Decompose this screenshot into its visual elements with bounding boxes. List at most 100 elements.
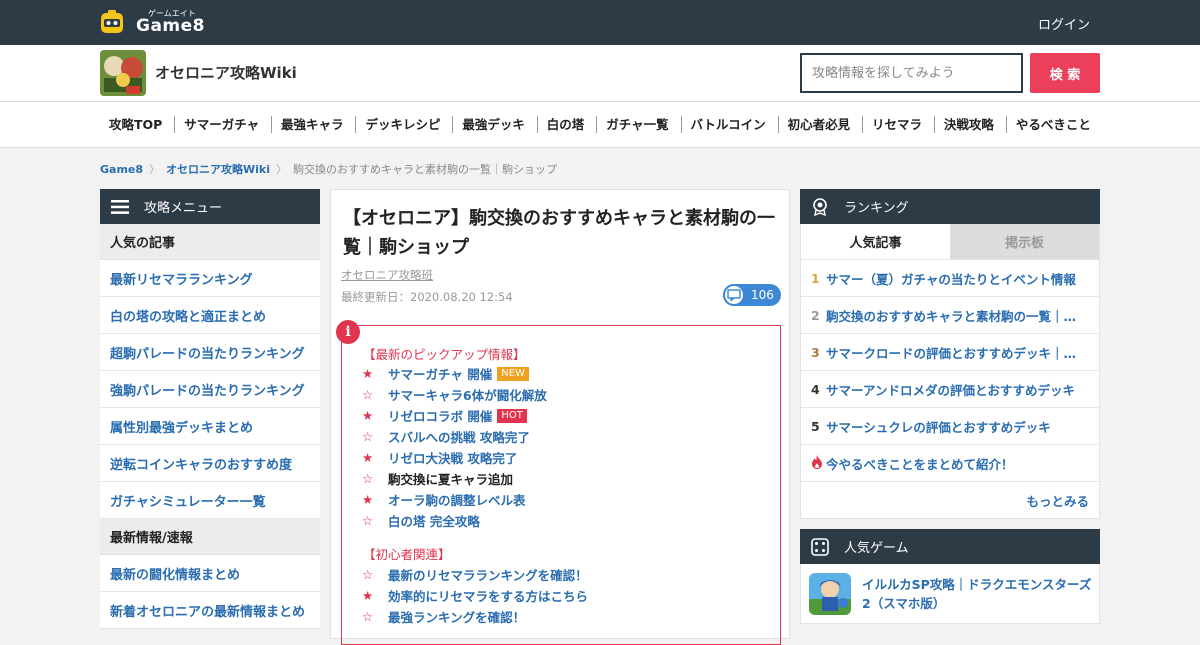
menu-item-strong-parade[interactable]: 強駒パレードの当たりランキング	[100, 371, 320, 408]
nav-item-beginner[interactable]: 初心者必見	[777, 116, 860, 133]
nav-item-reroll[interactable]: リセマラ	[861, 116, 931, 133]
nav-item-deck-recipe[interactable]: デッキレシピ	[355, 116, 449, 133]
ranking-item[interactable]: 1 サマー（夏）ガチャの当たりとイベント情報	[801, 259, 1099, 296]
star-icon: ★	[362, 366, 374, 381]
star-icon: ☆	[362, 513, 374, 528]
article-author[interactable]: オセロニア攻略班	[341, 267, 433, 283]
info-icon: i	[336, 320, 360, 344]
pickup-item[interactable]: ☆ スバルへの挑戦 攻略完了	[362, 427, 530, 446]
pickup-item: ☆ 駒交換に夏キャラ追加	[362, 469, 513, 488]
menu-item-reroll-ranking[interactable]: 最新リセマラランキング	[100, 260, 320, 297]
dq-monsters-thumbnail-icon	[809, 572, 851, 615]
games-title: 人気ゲーム	[844, 541, 909, 556]
menu-title: 攻略メニュー	[144, 201, 223, 216]
site-title[interactable]: オセロニア攻略Wiki	[155, 62, 297, 83]
main-nav: 攻略TOP サマーガチャ 最強キャラ デッキレシピ 最強デッキ 白の塔 ガチャ一…	[0, 102, 1200, 148]
star-icon: ☆	[362, 387, 374, 402]
dice-icon	[810, 537, 830, 557]
ranking-title: ランキング	[844, 201, 909, 216]
menu-item-gacha-simulator[interactable]: ガチャシミュレーター一覧	[100, 482, 320, 519]
star-icon: ☆	[362, 429, 374, 444]
breadcrumb-game8[interactable]: Game8	[100, 163, 143, 176]
menu-item-white-tower[interactable]: 白の塔の攻略と適正まとめ	[100, 297, 320, 334]
beginner-item[interactable]: ★ 効率的にリセマラをする方はこちら	[362, 586, 588, 605]
article-title: 【オセロニア】駒交換のおすすめキャラと素材駒の一覧｜駒ショップ	[343, 208, 775, 258]
star-icon: ☆	[362, 567, 374, 582]
more-link[interactable]: もっとみる	[801, 481, 1099, 518]
pickup-item-text: 白の塔 完全攻略	[388, 514, 480, 529]
ranking-header: ランキング	[800, 189, 1100, 224]
ranking-item[interactable]: 4 サマーアンドロメダの評価とおすすめデッキ	[801, 370, 1099, 407]
star-icon: ★	[362, 492, 374, 507]
search-button[interactable]: 検 索	[1030, 53, 1100, 93]
breadcrumb-separator: 〉	[149, 163, 161, 176]
beginner-item[interactable]: ☆ 最強ランキングを確認！	[362, 607, 525, 626]
ranking-item[interactable]: 2 駒交換のおすすめキャラと素材駒の一覧｜駒ショップ	[801, 296, 1099, 333]
pickup-item[interactable]: ★ サマーガチャ 開催 NEW	[362, 364, 529, 383]
pickup-item[interactable]: ☆ サマーキャラ6体が闘化解放	[362, 385, 547, 404]
ranking-hot-item[interactable]: 今やるべきことをまとめて紹介！	[801, 444, 1099, 481]
beginner-heading: 【初心者関連】	[363, 547, 451, 562]
game-item[interactable]: イルルカSP攻略｜ドラクエモンスターズ2（スマホ版）	[800, 564, 1100, 624]
rank-number: 5	[811, 418, 820, 434]
search-input[interactable]	[800, 53, 1023, 93]
rank-text: サマーアンドロメダの評価とおすすめデッキ	[826, 382, 1076, 398]
beginner-item[interactable]: ☆ 最新のリセマラランキングを確認！	[362, 565, 588, 584]
site-header: オセロニア攻略Wiki 検 索	[0, 45, 1200, 102]
nav-item-white-tower[interactable]: 白の塔	[536, 116, 594, 133]
pickup-item-text: スバルへの挑戦 攻略完了	[388, 430, 530, 445]
nav-item-final-battle[interactable]: 決戦攻略	[933, 116, 1003, 133]
nav-item-strongest-deck[interactable]: 最強デッキ	[452, 116, 534, 133]
hot-badge: HOT	[497, 408, 527, 423]
breadcrumb-current: 駒交換のおすすめキャラと素材駒の一覧｜駒ショップ	[293, 163, 558, 176]
pickup-item-text: サマーキャラ6体が闘化解放	[388, 388, 547, 403]
ranking-item[interactable]: 5 サマーシュクレの評価とおすすめデッキ	[801, 407, 1099, 444]
game-title: イルルカSP攻略｜ドラクエモンスターズ2（スマホ版）	[862, 576, 1092, 611]
star-icon: ★	[362, 408, 374, 423]
tab-popular-articles[interactable]: 人気記事	[801, 224, 950, 259]
menu-item-attribute-deck[interactable]: 属性別最強デッキまとめ	[100, 408, 320, 445]
breadcrumb-wiki[interactable]: オセロニア攻略Wiki	[166, 163, 270, 176]
rank-number: 3	[811, 344, 820, 360]
login-link[interactable]: ログイン	[1038, 14, 1090, 33]
menu-item-reverse-coin[interactable]: 逆転コインキャラのおすすめ度	[100, 445, 320, 482]
nav-item-summer-gacha[interactable]: サマーガチャ	[174, 116, 268, 133]
rank-number: 1	[811, 270, 820, 286]
breadcrumb-separator: 〉	[276, 163, 288, 176]
comment-count-button[interactable]: 106	[723, 284, 781, 306]
hamburger-icon[interactable]	[110, 197, 130, 217]
nav-item-gacha-list[interactable]: ガチャ一覧	[596, 116, 677, 133]
menu-header: 攻略メニュー	[100, 189, 320, 224]
pickup-item[interactable]: ★ リゼロコラボ 開催 HOT	[362, 406, 527, 425]
nav-item-battle-coin[interactable]: バトルコイン	[680, 116, 775, 133]
game-thumbnail	[809, 572, 851, 615]
pickup-item-text: 駒交換に夏キャラ追加	[388, 472, 514, 487]
ranking-box: 人気記事 掲示板 1 サマー（夏）ガチャの当たりとイベント情報 2 駒交換のおす…	[800, 224, 1100, 519]
beginner-item-text: 最新のリセマラランキングを確認！	[388, 568, 588, 583]
rank-text: サマー（夏）ガチャの当たりとイベント情報	[826, 271, 1076, 287]
site-thumbnail[interactable]	[100, 50, 146, 96]
menu-item-evolution-info[interactable]: 最新の闘化情報まとめ	[100, 555, 320, 592]
pickup-item-text: リゼロコラボ 開催	[388, 409, 493, 424]
tab-bulletin-board[interactable]: 掲示板	[950, 224, 1099, 259]
nav-item-strongest-chara[interactable]: 最強キャラ	[271, 116, 353, 133]
pickup-item[interactable]: ★ リゼロ大決戦 攻略完了	[362, 448, 517, 467]
pickup-item-text: オーラ駒の調整レベル表	[388, 493, 526, 508]
pickup-item[interactable]: ☆ 白の塔 完全攻略	[362, 511, 480, 530]
menu-item-super-parade[interactable]: 超駒パレードの当たりランキング	[100, 334, 320, 371]
ranking-item[interactable]: 3 サマークロードの評価とおすすめデッキ｜闘化	[801, 333, 1099, 370]
nav-item-top[interactable]: 攻略TOP	[100, 116, 171, 133]
comment-count: 106	[751, 288, 774, 302]
nav-item-todo[interactable]: やるべきこと	[1005, 116, 1100, 133]
menu-item-latest-news[interactable]: 新着オセロニアの最新情報まとめ	[100, 592, 320, 629]
comment-icon	[723, 284, 745, 306]
rank-number: 4	[811, 381, 820, 397]
games-header: 人気ゲーム	[800, 529, 1100, 564]
pickup-item[interactable]: ★ オーラ駒の調整レベル表	[362, 490, 526, 509]
star-icon: ★	[362, 450, 374, 465]
rank-number: 2	[811, 307, 820, 323]
game8-logo[interactable]: ゲームエイト Game8	[100, 9, 230, 36]
fire-icon	[811, 454, 826, 472]
article-date: 最終更新日：2020.08.20 12:54	[341, 290, 513, 304]
medal-icon	[810, 197, 830, 217]
